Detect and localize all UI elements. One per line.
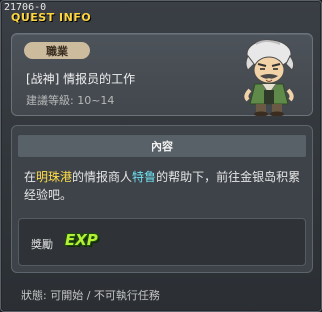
quest-description: 在明珠港的情报商人特鲁的帮助下，前往金银岛积累经验吧。 bbox=[24, 168, 306, 204]
place-name: 明珠港 bbox=[36, 170, 73, 184]
npc-name: 特鲁 bbox=[132, 170, 157, 184]
quest-info-window: 21706-0 QUEST INFO 職業 [战神] 情报员的工作 建議等級: … bbox=[0, 0, 322, 312]
content-header: 內容 bbox=[18, 135, 306, 157]
reward-label: 獎勵 bbox=[31, 238, 53, 251]
desc-text-2: 的情报商人 bbox=[72, 170, 133, 184]
npc-portrait-icon bbox=[244, 39, 295, 116]
job-badge: 職業 bbox=[24, 42, 90, 59]
exp-icon: EXP bbox=[65, 231, 98, 249]
quest-status: 狀態: 可開始 / 不可執行任務 bbox=[21, 289, 160, 302]
reward-box: 獎勵 EXP bbox=[18, 218, 306, 266]
window-title: QUEST INFO bbox=[11, 11, 92, 24]
quest-info-panel: 職業 [战神] 情报员的工作 建議等級: 10~14 bbox=[11, 33, 313, 116]
content-panel: 內容 在明珠港的情报商人特鲁的帮助下，前往金银岛积累经验吧。 獎勵 EXP bbox=[11, 125, 313, 273]
quest-name: [战神] 情报员的工作 bbox=[26, 72, 136, 86]
recommended-level: 建議等級: 10~14 bbox=[26, 94, 115, 107]
desc-text-1: 在 bbox=[24, 170, 37, 184]
